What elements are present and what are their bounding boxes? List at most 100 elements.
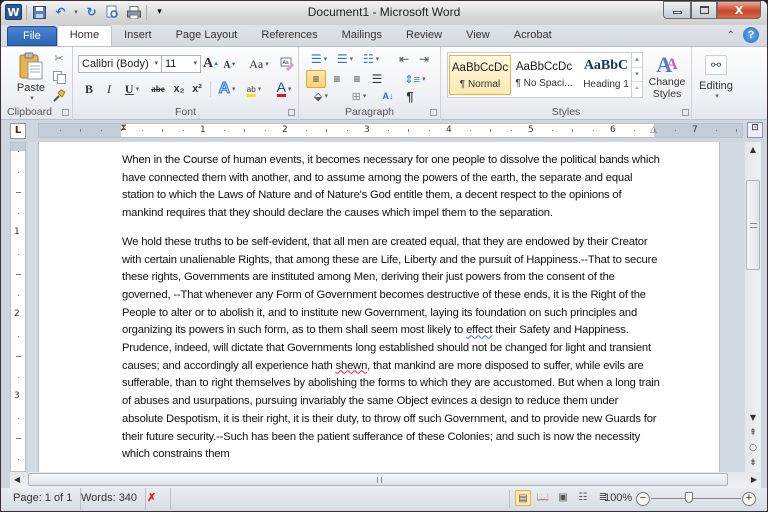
proofing-status[interactable]: ✗: [139, 488, 171, 510]
scroll-up-icon[interactable]: ▲: [745, 142, 761, 158]
change-case-button[interactable]: Aa ▾: [246, 55, 272, 73]
shrink-font-button[interactable]: A ▼: [223, 57, 237, 73]
font-name-dropdown[interactable]: Calibri (Body) ▾: [78, 55, 162, 73]
highlight-button[interactable]: ab ▾: [241, 79, 267, 99]
close-button[interactable]: X: [717, 1, 761, 19]
grow-font-button[interactable]: A ▲: [203, 55, 219, 73]
subscript-button[interactable]: x₂: [171, 80, 187, 98]
multilevel-list-button[interactable]: ☷ ▾: [359, 50, 383, 68]
tab-home[interactable]: Home: [56, 25, 113, 46]
scroll-left-icon[interactable]: ◀: [10, 472, 24, 488]
vertical-scroll-thumb[interactable]: [746, 180, 760, 270]
strikethrough-button[interactable]: abe: [149, 80, 167, 98]
align-center-button[interactable]: ≡: [328, 70, 346, 88]
select-browse-object-icon[interactable]: ○: [745, 441, 761, 456]
print-layout-view-icon[interactable]: ▤: [515, 490, 531, 506]
tab-references[interactable]: References: [249, 26, 329, 46]
right-margin-area: [654, 124, 742, 137]
ruler-tick: [736, 129, 737, 132]
tab-mailings[interactable]: Mailings: [330, 26, 394, 46]
right-indent-marker[interactable]: △: [650, 124, 657, 137]
zoom-out-button[interactable]: −: [636, 492, 650, 506]
minimize-icon: [672, 11, 682, 14]
scroll-down-icon[interactable]: ▼: [745, 410, 761, 426]
minimize-ribbon-icon[interactable]: ⌃: [727, 30, 735, 41]
decrease-indent-button[interactable]: ⇤: [395, 50, 413, 68]
copy-button[interactable]: [51, 69, 67, 85]
paste-label: Paste: [16, 82, 46, 94]
clear-formatting-button[interactable]: Aa: [279, 55, 295, 73]
tab-view[interactable]: View: [454, 26, 502, 46]
line-spacing-button[interactable]: ⇕≡ ▾: [402, 70, 428, 88]
previous-page-icon[interactable]: ⇞: [745, 426, 761, 441]
shading-button[interactable]: ⬙ ▾: [309, 88, 333, 104]
format-painter-button[interactable]: [51, 88, 67, 104]
italic-button[interactable]: I: [101, 80, 117, 98]
clipboard-dialog-launcher[interactable]: [62, 109, 69, 116]
paste-button[interactable]: Paste ▾: [13, 49, 49, 105]
help-icon[interactable]: ?: [743, 27, 759, 43]
outline-view-icon[interactable]: ☷: [575, 490, 591, 506]
next-page-icon[interactable]: ⇟: [745, 456, 761, 471]
zoom-in-button[interactable]: +: [742, 492, 756, 506]
zoom-slider-track[interactable]: [651, 498, 741, 499]
vertical-scrollbar[interactable]: ▲ ▼ ⇞ ○ ⇟: [745, 142, 761, 472]
style-heading-1[interactable]: AaBbC Heading 1: [575, 55, 637, 95]
tab-acrobat[interactable]: Acrobat: [502, 26, 564, 46]
editing-button[interactable]: ⚯ Editing ▾: [695, 50, 737, 104]
view-ruler-icon[interactable]: ⊡: [747, 122, 763, 138]
document-body[interactable]: When in the Course of human events, it b…: [122, 152, 662, 475]
zoom-level[interactable]: 100%: [604, 488, 632, 508]
align-right-button[interactable]: ≡: [348, 70, 366, 88]
horizontal-scrollbar[interactable]: ◀ ▶: [10, 472, 761, 488]
full-screen-reading-view-icon[interactable]: 📖: [535, 490, 551, 506]
ruler-number: 1: [200, 125, 206, 135]
tab-file[interactable]: File: [7, 26, 57, 46]
page-count[interactable]: Page: 1 of 1: [5, 488, 82, 510]
justify-button[interactable]: ☰: [368, 70, 386, 88]
paragraph-dialog-launcher[interactable]: [430, 109, 437, 116]
borders-button[interactable]: ⊞ ▾: [347, 88, 371, 104]
cut-button[interactable]: ✂: [51, 50, 67, 66]
font-size-dropdown[interactable]: 11 ▾: [161, 55, 201, 73]
tab-selector[interactable]: L: [10, 123, 26, 139]
show-hide-button[interactable]: ¶: [401, 88, 419, 104]
word-count[interactable]: Words: 340: [73, 488, 147, 510]
underline-button[interactable]: U ▾: [121, 80, 143, 98]
horizontal-ruler[interactable]: ⧗ 1 2 3 4 5 6 7 △: [38, 123, 743, 138]
vertical-ruler[interactable]: 1 2 3: [10, 142, 26, 472]
align-left-button[interactable]: ≡: [306, 70, 326, 88]
maximize-button[interactable]: [691, 1, 717, 19]
styles-dialog-launcher[interactable]: [682, 109, 689, 116]
grammar-error-word[interactable]: effect: [466, 324, 492, 336]
increase-indent-icon: ⇥: [418, 52, 430, 66]
document-page[interactable]: When in the Course of human events, it b…: [38, 142, 720, 472]
zoom-slider-thumb[interactable]: [685, 492, 693, 503]
gallery-down-icon[interactable]: ▾: [632, 67, 642, 81]
style-normal[interactable]: AaBbCcDc ¶ Normal: [449, 55, 511, 95]
tab-review[interactable]: Review: [394, 26, 454, 46]
spelling-error-word[interactable]: shewn: [336, 360, 368, 372]
tab-page-layout[interactable]: Page Layout: [164, 26, 250, 46]
tab-insert[interactable]: Insert: [112, 26, 164, 46]
styles-gallery-scroll[interactable]: ▴ ▾ ⩡: [631, 53, 642, 97]
bold-button[interactable]: B: [81, 80, 97, 98]
superscript-button[interactable]: x²: [189, 80, 205, 98]
sort-button[interactable]: A↓: [379, 88, 397, 104]
numbering-button[interactable]: ☰ ▾: [333, 50, 357, 68]
change-styles-button[interactable]: AA Change Styles: [647, 50, 687, 104]
font-color-button[interactable]: A ▾: [271, 79, 297, 99]
text-effects-button[interactable]: A ▾: [215, 79, 239, 99]
bullets-button[interactable]: ☰ ▾: [307, 50, 331, 68]
web-layout-view-icon[interactable]: ▣: [555, 490, 571, 506]
gallery-up-icon[interactable]: ▴: [632, 53, 642, 67]
minimize-button[interactable]: [663, 1, 691, 19]
style-no-spacing[interactable]: AaBbCcDc ¶ No Spaci...: [513, 55, 575, 95]
ruler-number: 3: [364, 125, 370, 135]
horizontal-scroll-thumb[interactable]: [28, 473, 728, 486]
scroll-right-icon[interactable]: ▶: [747, 472, 761, 488]
gallery-more-icon[interactable]: ⩡: [632, 81, 642, 95]
clear-formatting-icon: Aa: [280, 57, 294, 71]
increase-indent-button[interactable]: ⇥: [415, 50, 433, 68]
font-dialog-launcher[interactable]: [288, 109, 295, 116]
